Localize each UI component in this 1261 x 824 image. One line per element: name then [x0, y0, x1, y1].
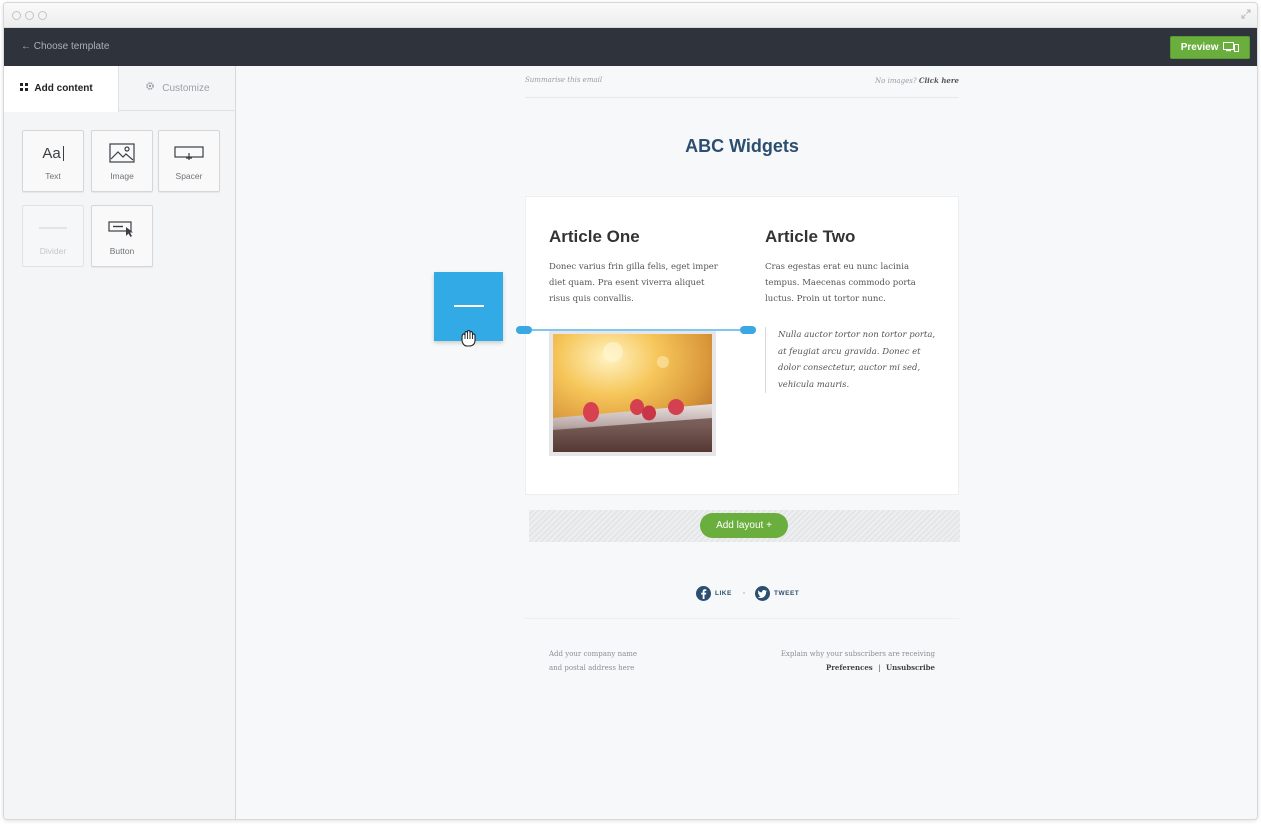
article-two-quote[interactable]: Nulla auctor tortor non tortor porta, at…: [765, 327, 940, 393]
divider-block-tile[interactable]: Divider: [22, 205, 84, 267]
article-one-image[interactable]: [549, 330, 716, 456]
spacer-block-label: Spacer: [175, 171, 203, 181]
twitter-tweet-link[interactable]: TWEET: [755, 586, 799, 601]
image-block-label: Image: [110, 171, 134, 181]
grid-icon: [20, 83, 28, 91]
gear-icon: [146, 82, 155, 90]
button-icon: [108, 221, 133, 237]
button-block-tile[interactable]: Button: [91, 205, 153, 267]
button-block-label: Button: [109, 246, 135, 256]
divider-icon: [39, 227, 67, 229]
minimize-window-icon[interactable]: [25, 11, 34, 20]
grab-hand-cursor-icon: [461, 329, 476, 347]
tab-add-content-label: Add content: [34, 83, 93, 94]
tab-customize[interactable]: Customize: [119, 66, 236, 111]
article-two-heading: Article Two: [765, 227, 856, 246]
footer-permission: Explain why your subscribers are receivi…: [737, 647, 935, 675]
twitter-icon: [755, 586, 770, 601]
footer-link-separator: |: [878, 664, 881, 672]
tab-customize-label: Customize: [162, 83, 210, 94]
article-one-body: Donec varius frin gilla felis, eget impe…: [549, 262, 718, 304]
sidebar-tabs: Add content Customize: [4, 66, 236, 112]
view-online-text: No images? Click here: [875, 76, 959, 85]
text-block-tile[interactable]: Aa Text: [22, 130, 84, 192]
social-links: LIKE TWEET: [525, 586, 959, 606]
footer-address[interactable]: Add your company name and postal address…: [549, 647, 637, 675]
summary-placeholder[interactable]: Summarise this email: [525, 76, 602, 84]
click-here-link[interactable]: Click here: [919, 76, 959, 85]
add-layout-button[interactable]: Add layout +: [700, 513, 788, 538]
article-one-heading: Article One: [549, 227, 640, 246]
social-separator: [743, 592, 745, 594]
article-layout-block: Article One Donec varius frin gilla feli…: [525, 196, 959, 495]
image-block-tile[interactable]: Image: [91, 130, 153, 192]
tab-add-content[interactable]: Add content: [4, 66, 119, 112]
text-icon-glyph: Aa: [42, 144, 61, 162]
preview-button[interactable]: Preview: [1170, 36, 1250, 59]
content-sidebar: Add content Customize Aa Text Image Spac…: [4, 66, 236, 819]
unsubscribe-link[interactable]: Unsubscribe: [886, 663, 935, 672]
permission-reminder[interactable]: Explain why your subscribers are receivi…: [737, 647, 935, 661]
address-line-2: and postal address here: [549, 664, 635, 672]
article-two-body: Cras egestas erat eu nunc lacinia tempus…: [765, 262, 916, 304]
no-images-text: No images?: [875, 77, 917, 85]
devices-icon: [1223, 42, 1240, 52]
maximize-window-icon[interactable]: [38, 11, 47, 20]
article-one[interactable]: Article One Donec varius frin gilla feli…: [549, 227, 719, 307]
divider-icon: [454, 305, 484, 307]
preferences-link[interactable]: Preferences: [826, 663, 873, 672]
address-line-1: Add your company name: [549, 650, 638, 658]
app-window: ← Choose template Preview Add content Cu…: [3, 2, 1258, 820]
like-label: LIKE: [715, 590, 732, 597]
window-titlebar: [4, 3, 1257, 28]
footer-links: Preferences | Unsubscribe: [737, 661, 935, 675]
email-canvas: Summarise this email No images? Click he…: [237, 66, 1257, 819]
close-window-icon[interactable]: [12, 11, 21, 20]
facebook-like-link[interactable]: LIKE: [696, 586, 732, 601]
preheader: Summarise this email No images? Click he…: [525, 74, 959, 98]
window-controls: [12, 11, 47, 20]
image-icon: [109, 143, 135, 163]
text-icon: Aa: [23, 141, 83, 165]
facebook-icon: [696, 586, 711, 601]
tweet-label: TWEET: [774, 590, 800, 597]
spacer-block-tile[interactable]: Spacer: [158, 130, 220, 192]
text-block-label: Text: [45, 171, 61, 181]
article-two[interactable]: Article Two Cras egestas erat eu nunc la…: [765, 227, 935, 307]
spacer-icon: [174, 146, 204, 160]
editor-toolbar: ← Choose template Preview: [4, 28, 1257, 66]
drop-indicator: [516, 326, 756, 334]
email-title[interactable]: ABC Widgets: [525, 136, 959, 157]
expand-icon[interactable]: [1241, 9, 1251, 19]
footer-divider: [525, 618, 959, 619]
divider-block-label: Divider: [39, 246, 67, 256]
preview-button-label: Preview: [1180, 42, 1219, 53]
choose-template-link[interactable]: ← Choose template: [21, 41, 109, 52]
